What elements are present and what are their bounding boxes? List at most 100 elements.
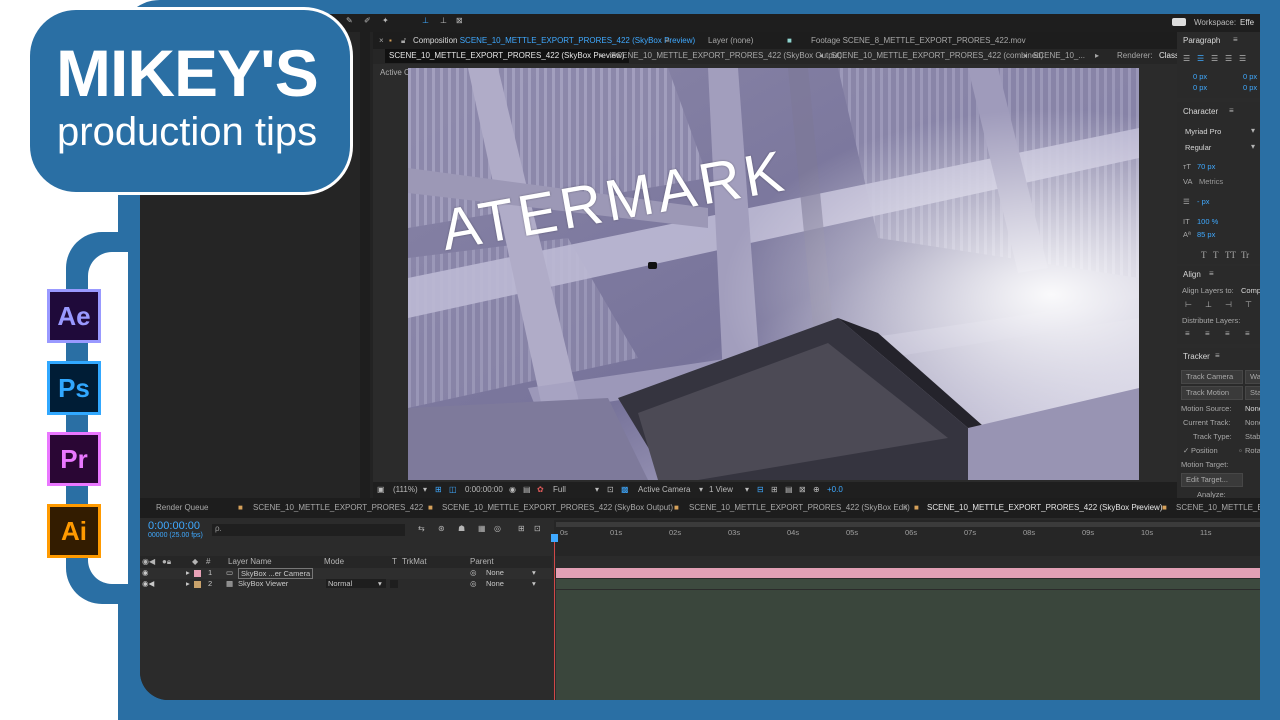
breadcrumb-item-preview[interactable]: SCENE_10_METTLE_EXPORT_PRORES_422 (SkyBo…: [385, 49, 629, 63]
workspace-value[interactable]: Effe: [1240, 18, 1254, 27]
tracker-menu-icon[interactable]: ≡: [1215, 351, 1220, 360]
parent-pickwhip-icon[interactable]: ◎: [470, 579, 477, 588]
position-checkbox[interactable]: ✓: [1183, 446, 1189, 455]
camera-value[interactable]: Active Camera: [638, 485, 690, 494]
zoom-value[interactable]: (111%): [393, 485, 418, 494]
parent-value[interactable]: None: [486, 568, 504, 577]
exposure-value[interactable]: +0.0: [827, 485, 843, 494]
font-family-select[interactable]: Myriad Pro: [1181, 126, 1259, 138]
brainstorm-icon[interactable]: ⊡: [534, 524, 541, 533]
warp-stabilizer-button[interactable]: Wa: [1245, 370, 1260, 384]
transparency-grid-icon[interactable]: ▩: [621, 485, 629, 494]
track-motion-button[interactable]: Track Motion: [1181, 386, 1243, 400]
brush-tool-icon[interactable]: ✐: [364, 16, 371, 25]
work-area-bar[interactable]: [556, 522, 1260, 527]
align-right-edges-icon[interactable]: ⊣: [1225, 300, 1232, 309]
space-before-value[interactable]: 0 px: [1193, 83, 1207, 92]
justify-icon[interactable]: ☰: [1225, 54, 1232, 63]
motion-source-value[interactable]: None: [1245, 404, 1260, 413]
axis-world-icon[interactable]: ⊥: [440, 16, 447, 25]
pen-tool-icon[interactable]: ✎: [346, 16, 353, 25]
faux-bold-button[interactable]: T: [1201, 250, 1207, 260]
small-caps-button[interactable]: Tr: [1241, 250, 1249, 260]
layer-bar-camera[interactable]: [556, 568, 1260, 578]
snapshot-icon[interactable]: ◉: [509, 485, 516, 494]
faux-italic-button[interactable]: T: [1213, 250, 1219, 260]
distribute-bottom-icon[interactable]: ≡: [1225, 329, 1230, 338]
playhead-handle[interactable]: [551, 534, 558, 542]
draft-3d-icon[interactable]: ⊛: [438, 524, 445, 533]
layer-bar-viewer[interactable]: [556, 579, 1260, 589]
show-snapshot-icon[interactable]: ▤: [523, 485, 531, 494]
resolution-dropdown-icon[interactable]: ▾: [595, 485, 599, 494]
distribute-center-icon[interactable]: ≡: [1205, 329, 1210, 338]
layer-tab[interactable]: Layer (none): [708, 34, 753, 48]
current-track-value[interactable]: None: [1245, 418, 1260, 427]
indent-right-value[interactable]: 0 px: [1243, 72, 1257, 81]
visibility-eye-icon[interactable]: ◉: [142, 568, 149, 577]
mask-icon[interactable]: ◫: [449, 485, 457, 494]
all-caps-button[interactable]: TT: [1225, 250, 1236, 260]
stabilize-motion-button[interactable]: Sta: [1245, 386, 1260, 400]
align-right-icon[interactable]: ☰: [1211, 54, 1218, 63]
parent-dropdown-icon[interactable]: ▾: [532, 579, 536, 588]
composition-tab[interactable]: Composition SCENE_10_METTLE_EXPORT_PRORE…: [413, 34, 695, 48]
font-style-select[interactable]: Regular: [1181, 142, 1259, 154]
playhead[interactable]: [554, 538, 555, 700]
lock-icon-2[interactable]: 🔓︎: [401, 34, 406, 48]
exposure-reset-icon[interactable]: ⊕: [813, 485, 820, 494]
timeline-track-area[interactable]: [556, 590, 1260, 700]
breadcrumb-item-more[interactable]: SCENE_10_...: [1033, 49, 1085, 63]
row-expand-icon[interactable]: ▸: [186, 579, 190, 588]
distribute-top-icon[interactable]: ≡: [1185, 329, 1190, 338]
tab-scene-10[interactable]: SCENE_10_METTLE_EXPORT_PRORES_422: [253, 501, 423, 515]
axis-view-icon[interactable]: ⊠: [456, 16, 463, 25]
row-expand-icon[interactable]: ▸: [186, 568, 190, 577]
align-h-center-icon[interactable]: ⊥: [1205, 300, 1212, 309]
viewer-close-icon[interactable]: ×: [379, 34, 384, 48]
paragraph-menu-icon[interactable]: ≡: [1233, 35, 1238, 44]
always-preview-icon[interactable]: ▣: [377, 485, 385, 494]
zoom-dropdown-icon[interactable]: ▾: [423, 485, 427, 494]
frame-blending-icon[interactable]: ▦: [478, 524, 486, 533]
resolution-value[interactable]: Full: [553, 485, 566, 494]
edit-target-button[interactable]: Edit Target...: [1181, 473, 1243, 487]
tab-skybox-edit[interactable]: SCENE_10_METTLE_EXPORT_PRORES_422 (SkyBo…: [689, 501, 910, 515]
align-left-icon[interactable]: ☰: [1183, 54, 1190, 63]
justify-all-icon[interactable]: ☰: [1239, 54, 1246, 63]
breadcrumb-item-combined[interactable]: SCENE_10_METTLE_EXPORT_PRORES_422 (combi…: [831, 49, 1043, 63]
shy-layers-icon[interactable]: ☗: [458, 524, 465, 533]
fast-preview-icon[interactable]: ⊞: [771, 485, 778, 494]
timecode-display[interactable]: 0:00:00:00: [148, 520, 200, 532]
align-menu-icon[interactable]: ≡: [1209, 269, 1214, 278]
axis-local-icon[interactable]: ⊥: [422, 16, 429, 25]
parent-pickwhip-icon[interactable]: ◎: [470, 568, 477, 577]
composition-mini-flowchart-icon[interactable]: ⇆: [418, 524, 425, 533]
font-style-dropdown-icon[interactable]: ▾: [1251, 142, 1255, 151]
font-family-dropdown-icon[interactable]: ▾: [1251, 126, 1255, 135]
timecode-value[interactable]: 0:00:00:00: [465, 485, 503, 494]
tab-close-icon[interactable]: ×: [903, 501, 908, 515]
footage-tab[interactable]: Footage SCENE_8_METTLE_EXPORT_PRORES_422…: [811, 34, 1026, 48]
timeline-icon[interactable]: ▤: [785, 485, 793, 494]
track-camera-button[interactable]: Track Camera: [1181, 370, 1243, 384]
layer-label-color[interactable]: [194, 581, 201, 588]
track-type-value[interactable]: Stabili: [1245, 432, 1260, 441]
pin-tool-icon[interactable]: ✦: [382, 16, 389, 25]
workspace-toggle-icon[interactable]: [1172, 18, 1186, 26]
indent-left-value[interactable]: 0 px: [1193, 72, 1207, 81]
layer-label-color[interactable]: [194, 570, 201, 577]
mode-select[interactable]: Normal: [326, 579, 386, 588]
table-row[interactable]: ◉ ▸ 1 ▭ SkyBox ...er Camera ◎ None ▾: [140, 568, 552, 579]
breadcrumb-item-output[interactable]: SCENE_10_METTLE_EXPORT_PRORES_422 (SkyBo…: [611, 49, 842, 63]
tab-scene-10-more[interactable]: SCENE_10_METTLE_EXP: [1176, 501, 1260, 515]
layer-name[interactable]: SkyBox ...er Camera: [238, 568, 314, 579]
views-value[interactable]: 1 View: [709, 485, 733, 494]
layer-name[interactable]: SkyBox Viewer: [238, 579, 288, 588]
parent-value[interactable]: None: [486, 579, 504, 588]
visibility-eye-icon[interactable]: ◉◀: [142, 579, 154, 588]
lock-icon[interactable]: ▪: [389, 34, 392, 48]
align-center-icon[interactable]: ☰: [1197, 54, 1204, 63]
graph-editor-icon[interactable]: ⊞: [518, 524, 525, 533]
distribute-left-icon[interactable]: ≡: [1245, 329, 1250, 338]
